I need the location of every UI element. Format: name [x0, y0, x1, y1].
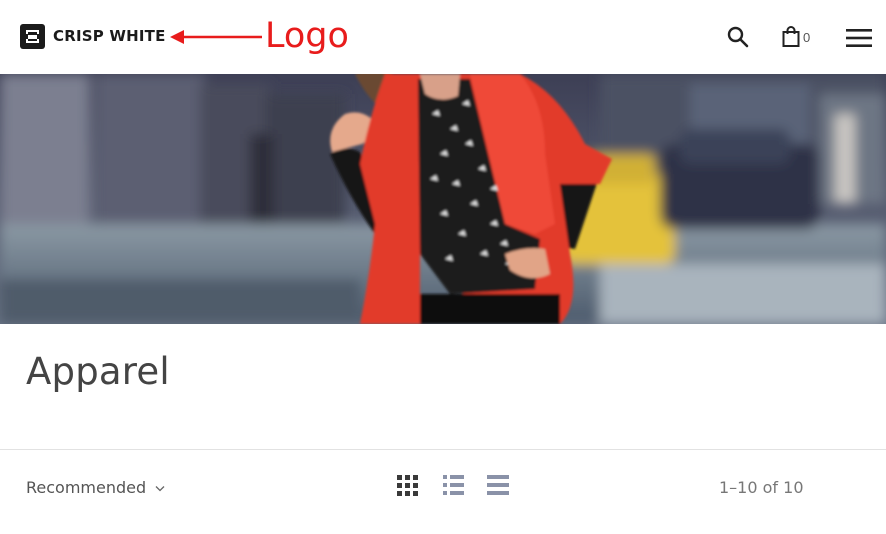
search-icon[interactable] [727, 26, 749, 48]
list-view-icon[interactable] [443, 475, 464, 496]
hero-banner [0, 74, 886, 324]
shopping-bag-icon [782, 26, 800, 47]
chevron-down-icon [155, 485, 165, 491]
page-title: Apparel [26, 350, 170, 393]
store-name: CRISP WHITE [53, 27, 166, 45]
store-logo[interactable]: CRISP WHITE [20, 23, 166, 49]
store-logo-icon [20, 23, 45, 49]
product-count: 1–10 of 10 [719, 478, 804, 497]
cart-button[interactable]: 0 [782, 26, 810, 47]
sort-dropdown[interactable]: Recommended [26, 478, 165, 497]
divider [0, 449, 886, 450]
annotation-arrow-icon [170, 30, 262, 44]
cart-count: 0 [803, 30, 811, 45]
hero-banner-image [0, 74, 886, 324]
compact-list-view-icon[interactable] [487, 475, 509, 496]
sort-label: Recommended [26, 478, 147, 497]
annotation-label: Logo [265, 16, 349, 56]
hamburger-menu-icon[interactable] [846, 28, 872, 48]
site-header: CRISP WHITE Logo 0 [0, 0, 886, 74]
grid-view-icon[interactable] [397, 475, 418, 496]
